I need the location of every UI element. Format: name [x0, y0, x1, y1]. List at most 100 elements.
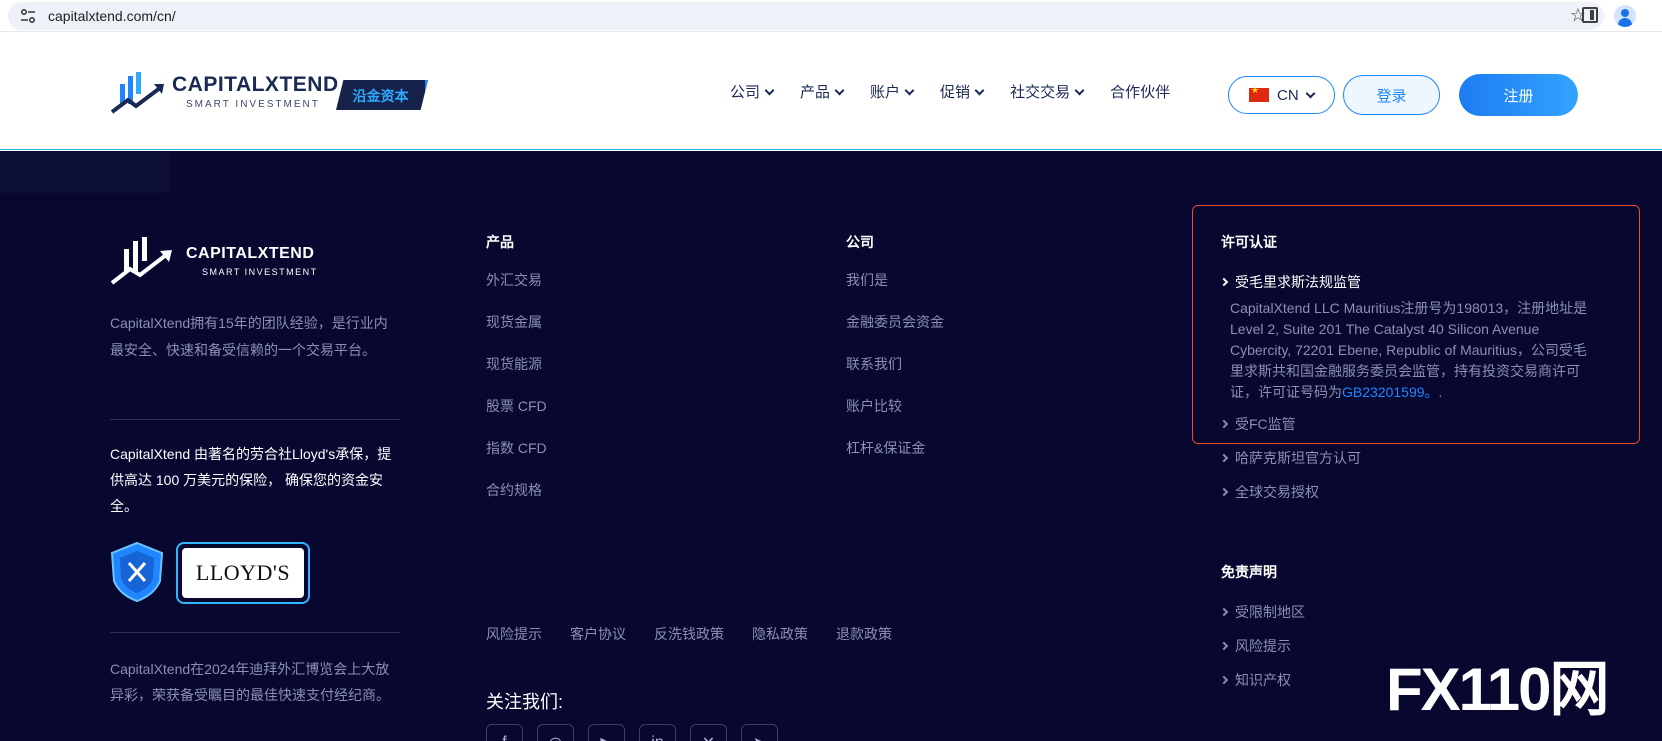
chevron-down-icon [1305, 88, 1316, 98]
chevron-down-icon [974, 85, 985, 95]
legal-link-client-agreement[interactable]: 客户协议 [570, 624, 626, 644]
company-column-title: 公司 [846, 234, 874, 250]
svg-text:FX110网: FX110网 [1386, 656, 1607, 720]
shield-icon [110, 541, 164, 603]
telegram-icon[interactable]: ➤ [741, 724, 778, 741]
nav-label: 产品 [800, 84, 831, 101]
profile-avatar-icon[interactable] [1614, 5, 1636, 27]
about-text: CapitalXtend拥有15年的团队经验，是行业内最安全、快速和备受信赖的一… [110, 315, 388, 358]
logo-chinese-text: 沿金资本 [352, 88, 409, 104]
nav-accounts[interactable]: 账户 [870, 81, 915, 102]
nav-label: 合作伙伴 [1110, 84, 1171, 101]
capitalxtend-logo-icon [110, 237, 172, 285]
chevron-right-icon [1219, 277, 1229, 287]
decorative-block [0, 151, 170, 193]
footer-link-contact[interactable]: 联系我们 [846, 354, 944, 396]
footer-link-contract-specs[interactable]: 合约规格 [486, 480, 547, 522]
chevron-right-icon [1219, 675, 1229, 685]
legal-links: 风险提示 客户协议 反洗钱政策 隐私政策 退款政策 [486, 624, 892, 644]
disclaimer-risk-warning[interactable]: 风险提示 [1219, 636, 1291, 656]
chevron-right-icon [1219, 487, 1229, 497]
license-mauritius-label: 受毛里求斯法规监管 [1235, 274, 1361, 290]
footer-link-leverage[interactable]: 杠杆&保证金 [846, 438, 944, 480]
expo-award-text: CapitalXtend在2024年迪拜外汇博览会上大放异彩，荣获备受瞩目的最佳… [110, 661, 390, 703]
instagram-icon[interactable]: ◎ [537, 724, 574, 741]
disclaimer-item-label: 风险提示 [1235, 638, 1291, 654]
disclaimer-restricted-regions[interactable]: 受限制地区 [1219, 602, 1305, 622]
chevron-right-icon [1219, 453, 1229, 463]
facebook-icon[interactable]: f [486, 724, 523, 741]
nav-partners[interactable]: 合作伙伴 [1110, 81, 1170, 102]
site-footer: CAPITALXTEND SMART INVESTMENT CapitalXte… [0, 151, 1662, 741]
follow-us-title: 关注我们: [486, 692, 564, 712]
nav-social-trading[interactable]: 社交交易 [1010, 81, 1085, 102]
chevron-down-icon [904, 85, 915, 95]
nav-promotions[interactable]: 促销 [940, 81, 985, 102]
nav-products[interactable]: 产品 [800, 81, 845, 102]
legal-link-privacy[interactable]: 隐私政策 [752, 624, 808, 644]
nav-company[interactable]: 公司 [730, 81, 775, 102]
address-bar[interactable]: capitalxtend.com/cn/ ☆ [8, 2, 1604, 30]
divider [110, 419, 400, 420]
logo-name: CAPITALXTEND [172, 73, 339, 96]
divider [110, 632, 400, 633]
nav-label: 公司 [730, 84, 761, 101]
footer-link-about[interactable]: 我们是 [846, 270, 944, 312]
china-flag-icon [1249, 85, 1269, 102]
capitalxtend-logo-icon [110, 72, 164, 114]
language-selector[interactable]: CN [1228, 76, 1335, 114]
company-list: 我们是 金融委员会资金 联系我们 账户比较 杠杆&保证金 [846, 270, 944, 480]
login-button[interactable]: 登录 [1343, 75, 1440, 115]
license-number-link[interactable]: GB23201599。 [1342, 384, 1439, 400]
footer-link-stock-cfd[interactable]: 股票 CFD [486, 396, 547, 438]
chevron-down-icon [834, 85, 845, 95]
side-panel-icon[interactable] [1582, 7, 1598, 23]
browser-toolbar: capitalxtend.com/cn/ ☆ [0, 0, 1662, 32]
footer-logo[interactable]: CAPITALXTEND SMART INVESTMENT [110, 235, 350, 287]
logo-subtitle: SMART INVESTMENT [186, 99, 320, 110]
site-logo[interactable]: CAPITALXTEND SMART INVESTMENT 沿金资本 [110, 70, 430, 120]
footer-link-index-cfd[interactable]: 指数 CFD [486, 438, 547, 480]
footer-link-metals[interactable]: 现货金属 [486, 312, 547, 354]
youtube-icon[interactable]: ▶ [588, 724, 625, 741]
footer-link-energy[interactable]: 现货能源 [486, 354, 547, 396]
chevron-right-icon [1219, 607, 1229, 617]
url-text[interactable]: capitalxtend.com/cn/ [48, 8, 176, 24]
logo-chinese-tag: 沿金资本 [336, 80, 428, 110]
language-label: CN [1277, 86, 1299, 104]
license-title: 许可认证 [1221, 234, 1277, 250]
legal-link-risk[interactable]: 风险提示 [486, 624, 542, 644]
footer-link-financial-commission[interactable]: 金融委员会资金 [846, 312, 944, 354]
license-kazakhstan-label: 哈萨克斯坦官方认可 [1235, 450, 1361, 466]
chevron-right-icon [1219, 419, 1229, 429]
license-fc[interactable]: 受FC监管 [1219, 414, 1296, 434]
lloyds-insurance-text: CapitalXtend 由著名的劳合社Lloyd's承保，提供高达 100 万… [110, 446, 392, 514]
site-settings-icon[interactable] [20, 9, 36, 23]
legal-link-refund[interactable]: 退款政策 [836, 624, 892, 644]
site-header: CAPITALXTEND SMART INVESTMENT 沿金资本 公司 产品… [0, 40, 1662, 150]
disclaimer-ip[interactable]: 知识产权 [1219, 670, 1291, 690]
footer-logo-name: CAPITALXTEND [186, 245, 315, 262]
nav-label: 账户 [870, 84, 901, 101]
license-global[interactable]: 全球交易授权 [1219, 482, 1319, 502]
products-list: 外汇交易 现货金属 现货能源 股票 CFD 指数 CFD 合约规格 [486, 270, 547, 522]
disclaimer-item-label: 知识产权 [1235, 672, 1291, 688]
nav-label: 促销 [940, 84, 971, 101]
linkedin-icon[interactable]: in [639, 724, 676, 741]
license-mauritius[interactable]: 受毛里求斯法规监管 [1219, 272, 1361, 292]
x-twitter-icon[interactable]: ✕ [690, 724, 727, 741]
chevron-down-icon [764, 85, 775, 95]
lloyds-badge-text: LLOYD'S [182, 548, 304, 598]
disclaimer-item-label: 受限制地区 [1235, 604, 1305, 620]
license-detail-end: . [1438, 384, 1443, 400]
nav-label: 社交交易 [1010, 84, 1071, 101]
license-mauritius-detail: CapitalXtend LLC Mauritius注册号为198013，注册地… [1230, 298, 1600, 403]
footer-link-forex[interactable]: 外汇交易 [486, 270, 547, 312]
social-links: f ◎ ▶ in ✕ ➤ [486, 724, 778, 741]
register-button[interactable]: 注册 [1459, 74, 1578, 116]
legal-link-aml[interactable]: 反洗钱政策 [654, 624, 724, 644]
footer-link-account-compare[interactable]: 账户比较 [846, 396, 944, 438]
license-kazakhstan[interactable]: 哈萨克斯坦官方认可 [1219, 448, 1361, 468]
chevron-right-icon [1219, 641, 1229, 651]
disclaimer-title: 免责声明 [1221, 564, 1277, 580]
